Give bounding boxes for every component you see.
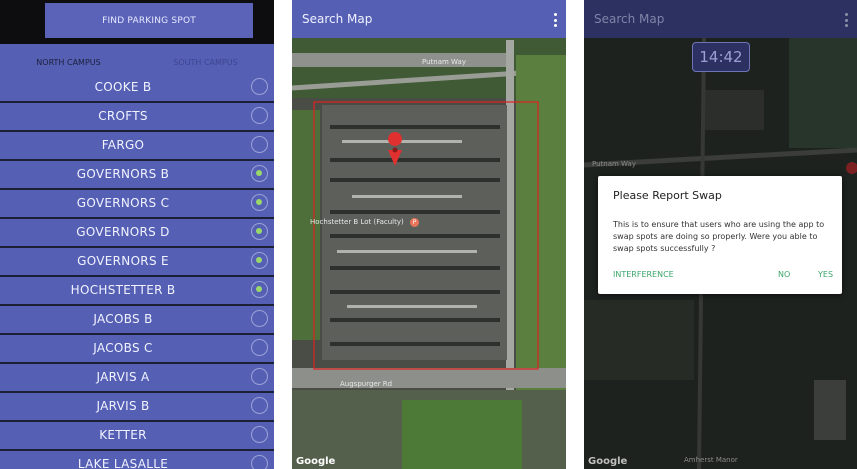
interference-button[interactable]: INTERFERENCE: [613, 270, 674, 279]
lot-name: JACOBS C: [93, 341, 153, 355]
lot-list-item[interactable]: GOVERNORS B: [0, 161, 274, 190]
lot-radio-button[interactable]: [251, 165, 268, 182]
lot-radio-button[interactable]: [251, 194, 268, 211]
lot-name: JARVIS B: [96, 399, 150, 413]
search-map-screen: Search Map Putnam Way Hochstetter B Lot …: [292, 0, 566, 469]
lot-radio-button[interactable]: [251, 107, 268, 124]
lot-list-item[interactable]: LAKE LASALLE: [0, 451, 274, 469]
lot-name: GOVERNORS C: [76, 196, 170, 210]
page-title: Search Map: [594, 12, 665, 26]
swap-report-screen: Search Map 14:42 Putnam Way Please Repor…: [584, 0, 857, 469]
lot-name: GOVERNORS D: [76, 225, 170, 239]
google-logo: Google: [588, 456, 628, 467]
lot-name: CROFTS: [98, 109, 148, 123]
lot-radio-button[interactable]: [251, 223, 268, 240]
road-label: Putnam Way: [592, 160, 636, 168]
lot-list-item[interactable]: GOVERNORS E: [0, 248, 274, 277]
dialog-title: Please Report Swap: [613, 189, 722, 202]
road-label: Augspurger Rd: [340, 380, 393, 388]
lot-name: FARGO: [101, 138, 145, 152]
lot-radio-button[interactable]: [251, 252, 268, 269]
lot-list-item[interactable]: CROFTS: [0, 103, 274, 132]
lot-radio-button[interactable]: [251, 136, 268, 153]
lot-list-item[interactable]: GOVERNORS D: [0, 219, 274, 248]
app-bar: Search Map: [584, 0, 857, 38]
lot-list-item[interactable]: COOKE B: [0, 74, 274, 103]
page-title: Search Map: [302, 12, 373, 26]
lot-list-item[interactable]: JARVIS A: [0, 364, 274, 393]
overflow-menu-icon[interactable]: [554, 13, 558, 27]
road-label: Putnam Way: [422, 58, 466, 66]
lot-list-item[interactable]: FARGO: [0, 132, 274, 161]
lot-name-label: Hochstetter B Lot (Faculty): [310, 218, 404, 226]
lot-selection-screen: FIND PARKING SPOT NORTH CAMPUS SOUTH CAM…: [0, 0, 274, 469]
app-bar: Search Map: [292, 0, 566, 38]
lot-radio-button[interactable]: [251, 310, 268, 327]
street-label: Amherst Manor: [684, 456, 738, 464]
lot-radio-button[interactable]: [251, 281, 268, 298]
lot-radio-button[interactable]: [251, 368, 268, 385]
lot-list-item[interactable]: JACOBS C: [0, 335, 274, 364]
find-parking-spot-button[interactable]: FIND PARKING SPOT: [45, 3, 253, 38]
overflow-menu-icon[interactable]: [845, 13, 849, 27]
report-swap-dialog: Please Report Swap This is to ensure tha…: [598, 176, 842, 294]
lot-name: GOVERNORS B: [76, 167, 170, 181]
lot-list-item[interactable]: JARVIS B: [0, 393, 274, 422]
lot-radio-button[interactable]: [251, 339, 268, 356]
google-logo: Google: [296, 456, 336, 467]
lot-name: JARVIS A: [96, 370, 150, 384]
timer-display: 14:42: [692, 42, 750, 72]
parking-marker-icon[interactable]: P: [410, 218, 419, 227]
lot-name: HOCHSTETTER B: [70, 283, 176, 297]
lot-radio-button[interactable]: [251, 426, 268, 443]
lot-name: GOVERNORS E: [77, 254, 169, 268]
lot-list-item[interactable]: JACOBS B: [0, 306, 274, 335]
lot-name: COOKE B: [94, 80, 152, 94]
lot-radio-button[interactable]: [251, 78, 268, 95]
yes-button[interactable]: YES: [818, 270, 833, 279]
dialog-message: This is to ensure that users who are usi…: [613, 220, 825, 253]
lot-list-item[interactable]: HOCHSTETTER B: [0, 277, 274, 306]
lot-list-item[interactable]: KETTER: [0, 422, 274, 451]
lot-radio-button[interactable]: [251, 455, 268, 469]
lot-list-item[interactable]: GOVERNORS C: [0, 190, 274, 219]
lot-radio-button[interactable]: [251, 397, 268, 414]
lot-name: JACOBS B: [93, 312, 153, 326]
lot-name: LAKE LASALLE: [77, 457, 169, 469]
no-button[interactable]: NO: [778, 270, 790, 279]
lot-name: KETTER: [99, 428, 147, 442]
satellite-map[interactable]: [292, 0, 566, 469]
